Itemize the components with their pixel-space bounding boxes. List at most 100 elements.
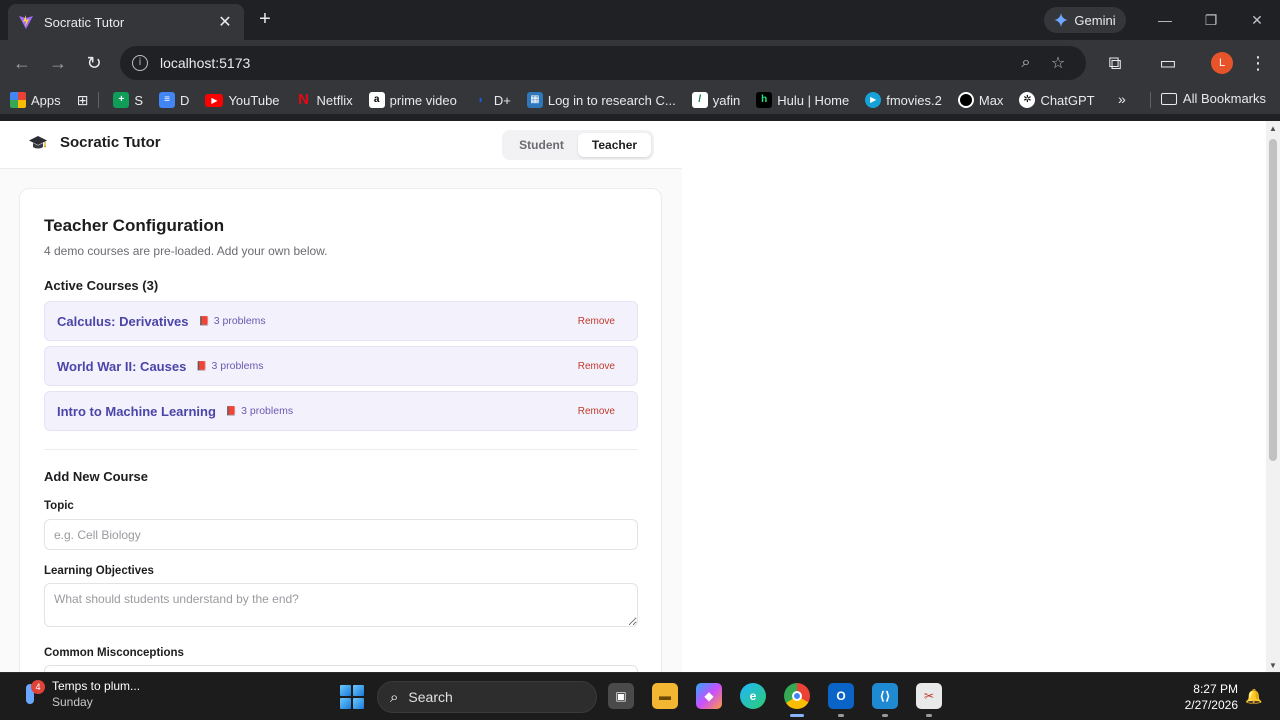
book-icon: 📕	[196, 360, 208, 371]
bookmark-fmovies[interactable]: ▶ fmovies.2	[865, 92, 942, 108]
teacher-mode-button[interactable]: Teacher	[578, 133, 651, 157]
close-tab-icon[interactable]: ✕	[216, 12, 234, 32]
system-clock[interactable]: 8:27 PM 2/27/2026	[1178, 681, 1238, 713]
thermometer-icon: 4	[20, 680, 45, 708]
outlook-icon[interactable]: O	[828, 683, 854, 709]
bookmark-netflix[interactable]: N Netflix	[296, 92, 353, 108]
gemini-button[interactable]: Gemini	[1044, 7, 1126, 33]
browser-tab[interactable]: Socratic Tutor ✕	[8, 4, 244, 40]
misconceptions-textarea[interactable]	[44, 665, 638, 672]
snipping-tool-icon[interactable]: ✂	[916, 683, 942, 709]
taskbar-search[interactable]: ⌕ Search	[377, 681, 597, 713]
vscode-icon[interactable]: ⟨⟩	[872, 683, 898, 709]
minimize-window-icon[interactable]: —	[1151, 8, 1179, 32]
grid-icon: ⊞	[76, 91, 89, 108]
bookmark-apps[interactable]: Apps	[10, 92, 61, 108]
topic-input[interactable]	[44, 519, 638, 550]
objectives-textarea[interactable]	[44, 583, 638, 627]
site-info-icon[interactable]: i	[132, 55, 148, 71]
bookmark-star-icon[interactable]: ☆	[1042, 53, 1074, 73]
course-problem-count: 3 problems	[241, 405, 294, 417]
bookmark-grid[interactable]: ⊞	[77, 92, 89, 109]
teacher-config-card: Teacher Configuration 4 demo courses are…	[19, 188, 662, 672]
hulu-icon: h	[756, 92, 773, 108]
course-row[interactable]: World War II: Causes 📕 3 problems Remove	[44, 346, 638, 386]
bookmark-label: S	[134, 92, 144, 108]
brand-name: Socratic Tutor	[60, 134, 161, 151]
all-bookmarks-button[interactable]: All Bookmarks	[1160, 91, 1266, 106]
scrollbar-thumb[interactable]	[1269, 139, 1277, 461]
apps-grid-icon	[10, 92, 26, 108]
bookmarks-overflow-icon[interactable]: »	[1118, 91, 1126, 107]
bookmark-prime-video[interactable]: a prime video	[368, 92, 457, 108]
new-tab-button[interactable]: +	[254, 9, 276, 31]
bookmark-disney-plus[interactable]: ◗ D+	[473, 92, 511, 108]
zoom-search-icon[interactable]: ⌕	[1010, 54, 1042, 72]
book-icon: 📕	[225, 405, 238, 416]
bookmarks-bar: Apps ⊞ + S ≡ D ▶ YouTube N Netflix a pri…	[0, 86, 1280, 114]
max-icon	[957, 92, 974, 108]
course-problem-count: 3 problems	[211, 360, 264, 372]
bookmark-label: D	[180, 92, 190, 108]
profile-avatar[interactable]: L	[1211, 52, 1233, 74]
all-bookmarks-label: All Bookmarks	[1182, 91, 1266, 106]
url-text[interactable]: localhost:5173	[160, 55, 1010, 71]
bookmark-research[interactable]: ▦ Log in to research C...	[526, 92, 676, 108]
reload-icon[interactable]: ↻	[82, 51, 106, 75]
copilot-icon[interactable]: ◆	[696, 683, 722, 709]
gemini-label: Gemini	[1074, 12, 1116, 28]
bookmark-hulu[interactable]: h Hulu | Home	[756, 92, 849, 108]
task-view-icon[interactable]: ▣	[608, 683, 634, 709]
notification-bell-icon[interactable]: 🔔	[1245, 688, 1262, 705]
chatgpt-icon: ✲	[1019, 92, 1036, 108]
course-name: Calculus: Derivatives	[57, 313, 189, 329]
graduation-cap-icon	[29, 135, 47, 148]
course-row[interactable]: Calculus: Derivatives 📕 3 problems Remov…	[44, 301, 638, 341]
course-row[interactable]: Intro to Machine Learning 📕 3 problems R…	[44, 391, 638, 431]
back-arrow-icon[interactable]: ←	[10, 51, 34, 75]
course-name: Intro to Machine Learning	[57, 403, 216, 419]
yafin-icon: /	[691, 92, 708, 108]
remove-course-button[interactable]: Remove	[578, 406, 615, 417]
menu-kebab-icon[interactable]: ⋮	[1246, 51, 1270, 75]
browser-tab-strip: Socratic Tutor ✕ + Gemini — ❐ ✕	[0, 0, 1280, 40]
tab-search-icon[interactable]: ▭	[1156, 51, 1180, 75]
bookmark-max[interactable]: Max	[957, 92, 1003, 108]
windows-taskbar: 4 Temps to plum... Sunday ⌕ Search ▣ ▬ ◆…	[0, 672, 1280, 720]
mode-toggle: Student Teacher	[502, 130, 654, 160]
weather-badge: 4	[31, 680, 45, 694]
edge-icon[interactable]: e	[740, 683, 766, 709]
weather-widget[interactable]: 4 Temps to plum... Sunday	[20, 679, 140, 709]
bookmark-docs[interactable]: ≡ D	[159, 92, 189, 108]
scroll-up-arrow-icon[interactable]: ▲	[1268, 124, 1278, 133]
bookmark-label: D+	[493, 92, 511, 108]
socratic-tutor-app: Socratic Tutor Student Teacher Teacher C…	[0, 121, 682, 672]
bookmark-chatgpt[interactable]: ✲ ChatGPT	[1019, 92, 1095, 108]
bookmark-sheets[interactable]: + S	[113, 92, 143, 108]
page-scrollbar[interactable]: ▲ ▼	[1266, 121, 1280, 672]
windows-start-icon[interactable]	[340, 685, 364, 709]
add-course-heading: Add New Course	[44, 469, 149, 484]
chrome-icon[interactable]	[784, 683, 810, 709]
amazon-icon: a	[368, 92, 385, 108]
extensions-icon[interactable]: ⧉	[1103, 51, 1127, 75]
bookmark-label: YouTube	[228, 92, 280, 108]
student-mode-button[interactable]: Student	[505, 133, 578, 157]
objectives-label: Learning Objectives	[44, 565, 154, 577]
bookmark-label: Log in to research C...	[547, 92, 676, 108]
disney-plus-icon: ◗	[477, 94, 485, 106]
bookmark-label: fmovies.2	[886, 92, 942, 108]
address-bar[interactable]: i localhost:5173 ⌕ ☆	[120, 46, 1086, 80]
sheets-icon: +	[113, 92, 130, 108]
forward-arrow-icon[interactable]: →	[46, 51, 70, 75]
close-window-icon[interactable]: ✕	[1243, 8, 1271, 32]
research-icon: ▦	[526, 92, 543, 108]
remove-course-button[interactable]: Remove	[578, 361, 615, 372]
restore-window-icon[interactable]: ❐	[1197, 8, 1225, 32]
bookmark-yafin[interactable]: / yafin	[691, 92, 740, 108]
file-explorer-icon[interactable]: ▬	[652, 683, 678, 709]
remove-course-button[interactable]: Remove	[578, 316, 615, 327]
course-name: World War II: Causes	[57, 358, 187, 374]
bookmark-youtube[interactable]: ▶ YouTube	[205, 92, 280, 108]
scroll-down-arrow-icon[interactable]: ▼	[1268, 661, 1278, 670]
